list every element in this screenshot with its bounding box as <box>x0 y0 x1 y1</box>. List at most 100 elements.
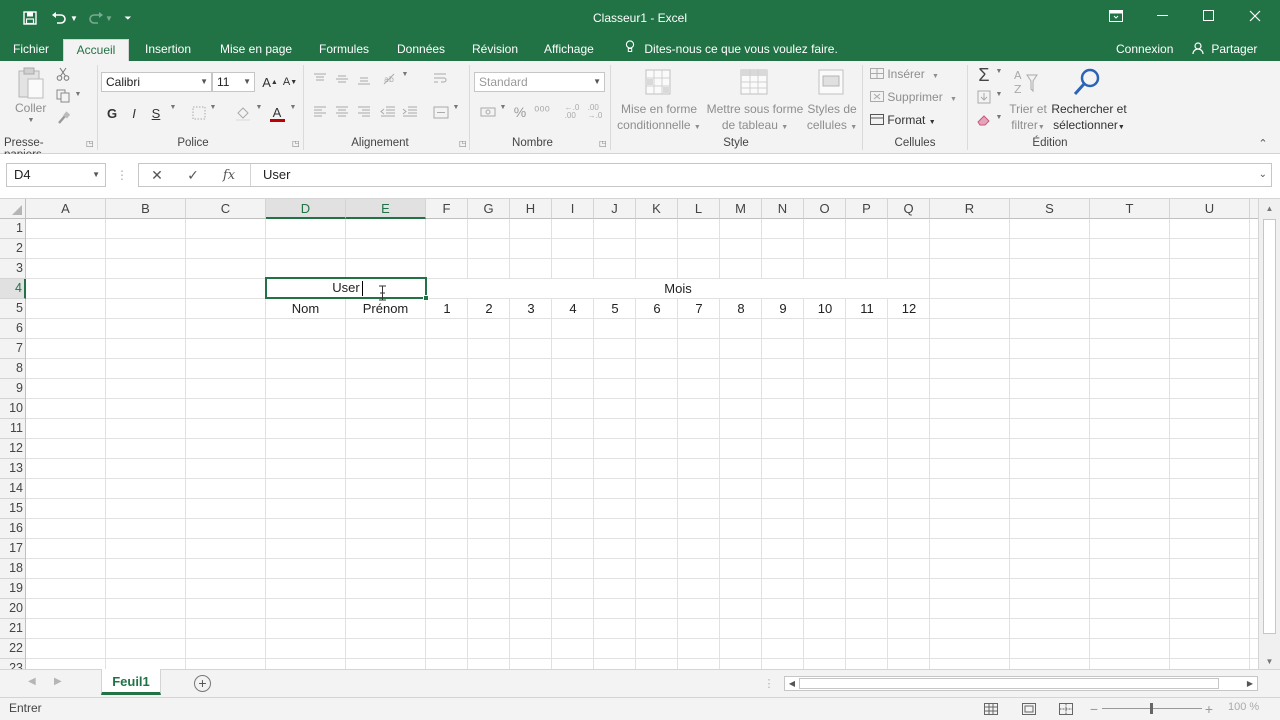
row-header-22[interactable]: 22 <box>0 639 26 659</box>
col-header-e[interactable]: E <box>346 199 426 219</box>
cell-month[interactable]: 4 <box>552 299 594 318</box>
vertical-scroll-thumb[interactable] <box>1263 219 1276 634</box>
col-header-g[interactable]: G <box>468 199 510 219</box>
row-header-3[interactable]: 3 <box>0 259 26 279</box>
underline-button[interactable]: S <box>148 103 164 123</box>
cell-month[interactable]: 8 <box>720 299 762 318</box>
decrease-font-size-icon[interactable]: A ▼ <box>282 72 298 92</box>
minimize-button[interactable] <box>1140 0 1186 32</box>
cell-month[interactable]: 2 <box>468 299 510 318</box>
row-header-8[interactable]: 8 <box>0 359 26 379</box>
sort-filter-button[interactable]: Trier et filtrer▼ <box>1006 101 1050 136</box>
insert-function-icon[interactable]: fx <box>211 164 247 186</box>
fill-dropdown-icon[interactable]: ▼ <box>994 91 1004 98</box>
col-header-a[interactable]: A <box>26 199 106 219</box>
row-header-6[interactable]: 6 <box>0 319 26 339</box>
sort-filter-icon[interactable]: AZ <box>1012 66 1044 98</box>
tab-accueil[interactable]: Accueil <box>63 39 129 61</box>
cell-styles-icon[interactable] <box>816 66 848 100</box>
col-header-p[interactable]: P <box>846 199 888 219</box>
ribbon-display-options-icon[interactable] <box>1093 0 1139 32</box>
scroll-left-icon[interactable]: ◀ <box>786 677 798 690</box>
row-header-1[interactable]: 1 <box>0 219 26 239</box>
merge-dropdown-icon[interactable]: ▼ <box>451 104 461 111</box>
row-header-20[interactable]: 20 <box>0 599 26 619</box>
autosum-icon[interactable]: Σ <box>975 65 993 85</box>
copy-icon[interactable] <box>54 88 72 104</box>
tab-formules[interactable]: Formules <box>313 39 375 61</box>
bold-button[interactable]: G <box>104 103 120 123</box>
tab-split-grip-icon[interactable]: ⋮ <box>764 676 775 691</box>
accounting-dropdown-icon[interactable]: ▼ <box>498 104 508 111</box>
paste-icon[interactable] <box>14 65 48 103</box>
row-header-7[interactable]: 7 <box>0 339 26 359</box>
orientation-dropdown-icon[interactable]: ▼ <box>400 71 410 78</box>
font-color-dropdown-icon[interactable]: ▼ <box>288 104 298 111</box>
scroll-down-icon[interactable]: ▼ <box>1259 655 1280 669</box>
number-launcher-icon[interactable]: ◳ <box>599 140 607 148</box>
tab-donnees[interactable]: Données <box>391 39 451 61</box>
wrap-text-icon[interactable] <box>431 70 451 88</box>
italic-button[interactable]: I <box>126 103 142 123</box>
page-layout-view-icon[interactable] <box>1021 701 1037 716</box>
zoom-in-button[interactable]: + <box>1202 701 1216 717</box>
align-bottom-icon[interactable] <box>355 70 373 88</box>
vertical-scrollbar[interactable]: ▲ ▼ <box>1258 199 1280 669</box>
row-header-23[interactable]: 23 <box>0 659 26 669</box>
decrease-decimal-icon[interactable]: .00 →.0 <box>585 103 605 121</box>
align-middle-icon[interactable] <box>333 70 351 88</box>
zoom-level[interactable]: 100 % <box>1228 701 1259 713</box>
format-as-table-button[interactable]: Mettre sous forme de tableau ▼ <box>704 101 806 136</box>
name-box[interactable]: D4 ▼ <box>6 163 106 187</box>
col-header-n[interactable]: N <box>762 199 804 219</box>
col-header-i[interactable]: I <box>552 199 594 219</box>
find-select-icon[interactable] <box>1070 65 1104 99</box>
tab-revision[interactable]: Révision <box>466 39 524 61</box>
increase-indent-icon[interactable] <box>400 103 420 121</box>
autosum-dropdown-icon[interactable]: ▼ <box>994 68 1004 75</box>
row-header-2[interactable]: 2 <box>0 239 26 259</box>
font-launcher-icon[interactable]: ◳ <box>292 140 300 148</box>
enter-entry-icon[interactable]: ✓ <box>175 164 211 186</box>
col-header-r[interactable]: R <box>930 199 1010 219</box>
cell-month[interactable]: 5 <box>594 299 636 318</box>
font-color-icon[interactable]: A <box>268 103 286 123</box>
clear-dropdown-icon[interactable]: ▼ <box>994 114 1004 121</box>
col-header-u[interactable]: U <box>1170 199 1250 219</box>
row-header-13[interactable]: 13 <box>0 459 26 479</box>
tell-me-search[interactable]: Dites-nous ce que vous voulez faire. <box>625 39 838 59</box>
number-format-combo[interactable]: Standard ▼ <box>474 72 605 92</box>
col-header-k[interactable]: K <box>636 199 678 219</box>
align-center-icon[interactable] <box>333 103 351 121</box>
horizontal-scrollbar[interactable]: ◀ ▶ <box>784 676 1258 691</box>
col-header-h[interactable]: H <box>510 199 552 219</box>
cell-prenom[interactable]: Prénom <box>346 299 425 318</box>
col-header-l[interactable]: L <box>678 199 720 219</box>
active-cell-editor[interactable]: User <box>265 277 429 301</box>
conditional-formatting-icon[interactable] <box>643 66 675 100</box>
row-header-19[interactable]: 19 <box>0 579 26 599</box>
col-header-m[interactable]: M <box>720 199 762 219</box>
cell-styles-button[interactable]: Styles de cellules ▼ <box>804 101 860 136</box>
row-header-10[interactable]: 10 <box>0 399 26 419</box>
fill-color-icon[interactable] <box>234 103 252 123</box>
percent-button[interactable]: % <box>511 103 529 121</box>
merged-cell-mois[interactable]: Mois <box>427 279 929 298</box>
normal-view-icon[interactable] <box>983 701 999 716</box>
delete-cells-button[interactable]: Supprimer ▼ <box>870 90 957 104</box>
row-header-11[interactable]: 11 <box>0 419 26 439</box>
col-header-c[interactable]: C <box>186 199 266 219</box>
tab-mise-en-page[interactable]: Mise en page <box>214 39 298 61</box>
cell-month[interactable]: 12 <box>888 299 930 318</box>
row-header-9[interactable]: 9 <box>0 379 26 399</box>
col-header-d[interactable]: D <box>266 199 346 219</box>
row-header-4[interactable]: 4 <box>0 279 26 299</box>
col-header-q[interactable]: Q <box>888 199 930 219</box>
align-right-icon[interactable] <box>355 103 373 121</box>
sheet-tab-feuil1[interactable]: Feuil1 <box>101 669 161 695</box>
find-select-button[interactable]: Rechercher et sélectionner▼ <box>1049 101 1129 136</box>
format-cells-button[interactable]: Format ▼ <box>870 113 936 127</box>
paste-label[interactable]: Coller <box>15 101 46 115</box>
cell-month[interactable]: 1 <box>426 299 468 318</box>
row-header-14[interactable]: 14 <box>0 479 26 499</box>
